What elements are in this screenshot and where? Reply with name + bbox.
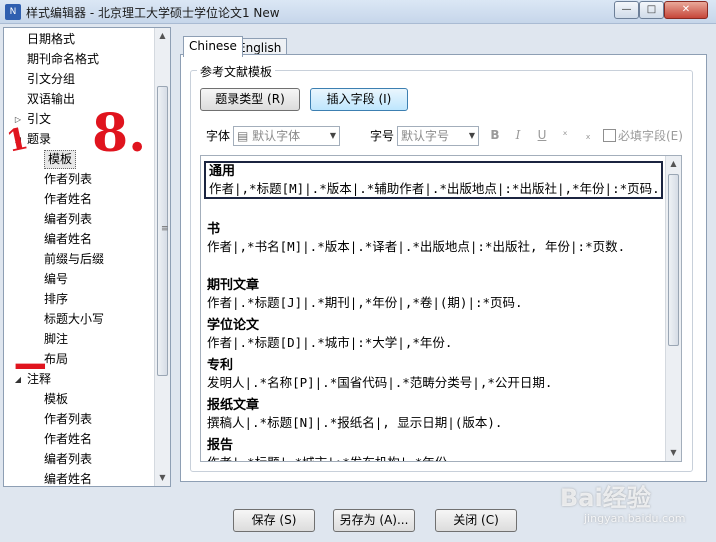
template-entry[interactable]: 通用作者|,*标题[M]|.*版本|.*辅助作者|.*出版地点|:*出版社|,*… xyxy=(204,161,663,199)
template-entry-title: 学位论文 xyxy=(207,318,260,333)
template-entry-title: 书 xyxy=(207,222,221,237)
tree-item[interactable]: 作者列表 xyxy=(44,410,92,429)
superscript-button[interactable]: ˣ xyxy=(557,126,573,144)
style-tree: 日期格式 期刊命名格式 引文分组 双语输出 ▷ 引文 ◢ 题录 模板 作者列表 作者姓名 编者列表 编者… xyxy=(3,27,171,487)
template-entry-body: 作者|,*书名[M]|.*版本|.*译者|.*出版地点|:*出版社, 年份|:*… xyxy=(207,239,626,254)
maximize-button[interactable]: □ xyxy=(639,1,664,19)
template-entry-title: 通用 xyxy=(209,164,236,179)
template-entry[interactable]: 期刊文章作者|.*标题[J]|.*期刊|,*年份|,*卷|(期)|:*页码. xyxy=(204,277,663,311)
size-select-value: 默认字号 xyxy=(401,129,450,143)
required-field-label: 必填字段(E) xyxy=(618,129,683,143)
tab-chinese[interactable]: Chinese xyxy=(183,36,243,57)
tree-item[interactable]: 作者姓名 xyxy=(44,430,92,449)
italic-button[interactable]: I xyxy=(510,126,526,144)
template-entry-body: 发明人|.*名称[P]|.*国省代码|.*范畴分类号|,*公开日期. xyxy=(207,375,553,390)
chevron-down-icon: ▼ xyxy=(329,131,336,140)
annotation-number: 8. xyxy=(92,103,147,164)
grip-icon: ≡ xyxy=(161,224,169,234)
tree-item[interactable]: 双语输出 xyxy=(27,90,75,109)
tree-item[interactable]: 引文 xyxy=(27,110,51,129)
watermark-logo: Bai经验 xyxy=(560,484,651,512)
required-field-checkbox[interactable] xyxy=(603,129,616,142)
template-entry-body: 撰稿人|.*标题[N]|.*报纸名|, 显示日期|(版本). xyxy=(207,415,503,430)
tree-item[interactable]: 模板 xyxy=(44,150,77,169)
template-entry-title: 专利 xyxy=(207,358,234,373)
tree-item[interactable]: 编者姓名 xyxy=(44,470,92,486)
minimize-button[interactable]: — xyxy=(614,1,639,19)
scrollbar-thumb[interactable] xyxy=(668,174,679,346)
tree-item[interactable]: 编者列表 xyxy=(44,450,92,469)
template-list-scrollbar[interactable]: ▲ ▼ xyxy=(665,156,681,461)
tree-item[interactable]: 题录 xyxy=(27,130,51,149)
template-entry-title: 报告 xyxy=(207,438,234,453)
scrollbar-thumb[interactable]: ≡ xyxy=(157,86,169,376)
tree-item[interactable]: 日期格式 xyxy=(27,30,75,49)
tree-item[interactable]: 编号 xyxy=(44,270,68,289)
tree-item[interactable]: 作者列表 xyxy=(44,170,92,189)
app-icon: N xyxy=(5,4,21,20)
window-title: 样式编辑器 - 北京理工大学硕士学位论文1 New xyxy=(26,6,280,20)
template-entry-title: 期刊文章 xyxy=(207,278,260,293)
underline-button[interactable]: U xyxy=(534,126,550,144)
tree-item[interactable]: 引文分组 xyxy=(27,70,75,89)
scroll-up-arrow-icon[interactable]: ▲ xyxy=(155,28,170,44)
font-select-icon: ▤ xyxy=(237,129,249,143)
group-title: 参考文献模板 xyxy=(197,63,276,80)
scroll-up-arrow-icon[interactable]: ▲ xyxy=(666,156,681,172)
save-as-button[interactable]: 另存为 (A)... xyxy=(333,509,415,532)
chevron-down-icon: ▼ xyxy=(468,131,475,140)
insert-field-button[interactable]: 插入字段 (I) xyxy=(310,88,408,111)
close-window-button[interactable]: ✕ xyxy=(664,1,708,19)
tree-item[interactable]: 编者姓名 xyxy=(44,230,92,249)
template-entry[interactable]: 报纸文章撰稿人|.*标题[N]|.*报纸名|, 显示日期|(版本). xyxy=(204,397,663,431)
size-select[interactable]: 默认字号 ▼ xyxy=(397,126,479,146)
template-entry-body: 作者|.*标题[D]|.*城市|:*大学|,*年份. xyxy=(207,335,453,350)
font-select-value: 默认字体 xyxy=(252,129,301,143)
reference-type-button[interactable]: 题录类型 (R) xyxy=(200,88,300,111)
font-label: 字体 xyxy=(206,129,231,143)
template-entry[interactable]: 专利发明人|.*名称[P]|.*国省代码|.*范畴分类号|,*公开日期. xyxy=(204,357,663,391)
tree-item[interactable]: 编者列表 xyxy=(44,210,92,229)
tree-item[interactable]: 模板 xyxy=(44,390,68,409)
template-entry[interactable]: 报告作者|.*标题|.*城市|:*发布机构|,*年份 xyxy=(204,437,663,461)
template-entry-body: 作者|,*标题[M]|.*版本|.*辅助作者|.*出版地点|:*出版社|,*年份… xyxy=(209,181,660,196)
template-entry[interactable]: 学位论文作者|.*标题[D]|.*城市|:*大学|,*年份. xyxy=(204,317,663,351)
tree-item[interactable]: 排序 xyxy=(44,290,68,309)
size-label: 字号 xyxy=(370,129,395,143)
title-bar: N 样式编辑器 - 北京理工大学硕士学位论文1 New — □ ✕ xyxy=(0,0,716,24)
tree-scrollbar[interactable]: ▲ ≡ ▼ xyxy=(154,28,170,486)
tree-item[interactable]: 前缀与后缀 xyxy=(44,250,104,269)
annotation-underline: - xyxy=(10,340,51,387)
template-entry[interactable]: 书作者|,*书名[M]|.*版本|.*译者|.*出版地点|:*出版社, 年份|:… xyxy=(204,221,663,255)
tree-item[interactable]: 作者姓名 xyxy=(44,190,92,209)
template-list[interactable]: 通用作者|,*标题[M]|.*版本|.*辅助作者|.*出版地点|:*出版社|,*… xyxy=(200,155,682,462)
template-entry-body: 作者|.*标题[J]|.*期刊|,*年份|,*卷|(期)|:*页码. xyxy=(207,295,523,310)
save-button[interactable]: 保存 (S) xyxy=(233,509,315,532)
watermark-url: jingyan.baidu.com xyxy=(584,512,686,525)
subscript-button[interactable]: ₓ xyxy=(580,126,596,144)
bold-button[interactable]: B xyxy=(487,126,503,144)
template-entry-body: 作者|.*标题|.*城市|:*发布机构|,*年份 xyxy=(204,455,663,461)
scroll-down-arrow-icon[interactable]: ▼ xyxy=(666,445,681,461)
template-entry-title: 报纸文章 xyxy=(207,398,260,413)
scroll-down-arrow-icon[interactable]: ▼ xyxy=(155,470,170,486)
font-select[interactable]: ▤ 默认字体 ▼ xyxy=(233,126,340,146)
tree-item[interactable]: 期刊命名格式 xyxy=(27,50,99,69)
close-button[interactable]: 关闭 (C) xyxy=(435,509,517,532)
tree-item[interactable]: 标题大小写 xyxy=(44,310,104,329)
